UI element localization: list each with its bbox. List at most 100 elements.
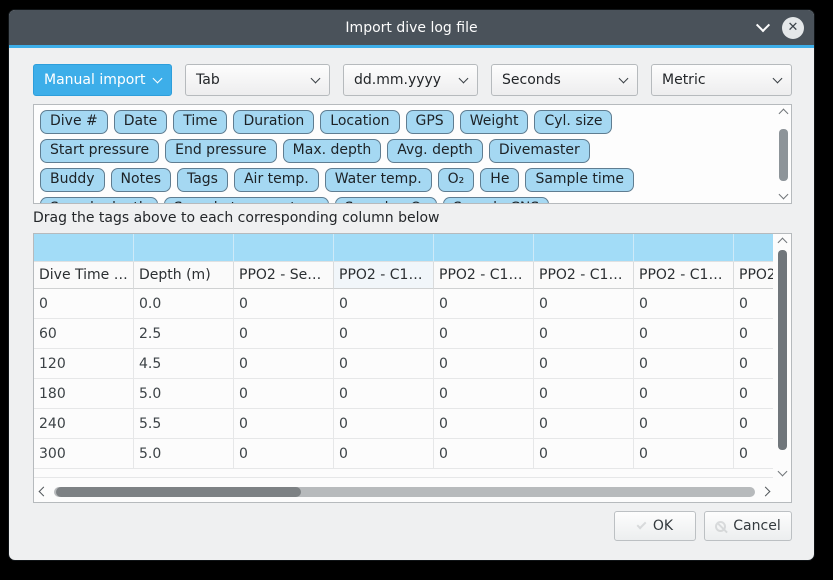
column-header: PPO2 - Se… bbox=[234, 262, 334, 289]
table-cell: 60 bbox=[34, 319, 134, 349]
scroll-up-icon[interactable] bbox=[777, 238, 787, 248]
chevron-down-icon bbox=[773, 73, 783, 83]
table-cell: 0 bbox=[534, 319, 634, 349]
chevron-down-icon bbox=[153, 73, 163, 83]
tag-pill[interactable]: Air temp. bbox=[234, 168, 319, 192]
scrollbar-thumb[interactable] bbox=[778, 250, 787, 450]
tag-pill[interactable]: Weight bbox=[460, 110, 529, 134]
table-row: 602.5000000 bbox=[34, 319, 773, 349]
units-select[interactable]: Metric bbox=[651, 64, 792, 96]
tag-pill[interactable]: Divemaster bbox=[489, 139, 590, 163]
table-cell: 0 bbox=[334, 349, 434, 379]
field-separator-select[interactable]: Tab bbox=[185, 64, 330, 96]
table-cell: 0 bbox=[734, 439, 773, 469]
scroll-down-icon[interactable] bbox=[779, 190, 789, 200]
date-format-select[interactable]: dd.mm.yyyy bbox=[343, 64, 478, 96]
tag-pool-scrollbar[interactable] bbox=[776, 105, 791, 204]
tag-pill[interactable]: Date bbox=[114, 110, 167, 134]
column-drop-target[interactable] bbox=[734, 234, 773, 262]
tag-row: Sample depth Sample temperature Sample pO₂… bbox=[40, 197, 785, 204]
column-drop-target[interactable] bbox=[534, 234, 634, 262]
table-cell: 0 bbox=[434, 379, 534, 409]
table-cell: 0 bbox=[234, 439, 334, 469]
shade-chevron-icon[interactable] bbox=[756, 18, 770, 32]
tag-pill[interactable]: Location bbox=[320, 110, 399, 134]
table-cell: 0 bbox=[334, 379, 434, 409]
scroll-down-icon[interactable] bbox=[777, 467, 787, 477]
tag-pill[interactable]: Sample depth bbox=[40, 197, 158, 204]
column-drop-target[interactable] bbox=[134, 234, 234, 262]
import-preview-table: Dive Time …Depth (m)PPO2 - Se…PPO2 - C1…… bbox=[33, 233, 792, 503]
column-header: PPO2 bbox=[734, 262, 773, 289]
tag-row: BuddyNotesTagsAir temp.Water temp.O₂HeSa… bbox=[40, 168, 785, 192]
tag-pill[interactable]: He bbox=[480, 168, 519, 192]
column-drop-target[interactable] bbox=[634, 234, 734, 262]
tag-pill[interactable]: GPS bbox=[406, 110, 454, 134]
table-cell: 0 bbox=[634, 379, 734, 409]
tag-pill[interactable]: Sample time bbox=[525, 168, 634, 192]
table-cell: 0 bbox=[534, 289, 634, 319]
table-horizontal-scrollbar[interactable] bbox=[34, 481, 775, 502]
table-cell: 0 bbox=[234, 289, 334, 319]
table-cell: 0 bbox=[234, 409, 334, 439]
tag-pill[interactable]: Time bbox=[173, 110, 227, 134]
scrollbar-thumb[interactable] bbox=[779, 129, 788, 181]
table-cell: 0 bbox=[634, 319, 734, 349]
tag-pill[interactable]: Avg. depth bbox=[387, 139, 483, 163]
table-cell: 300 bbox=[34, 439, 134, 469]
table-cell: 0 bbox=[734, 349, 773, 379]
tag-pill[interactable]: Sample CNS bbox=[443, 197, 549, 204]
column-drop-target[interactable] bbox=[234, 234, 334, 262]
table-row-partial bbox=[34, 469, 773, 478]
table-cell: 0 bbox=[34, 289, 134, 319]
chevron-down-icon bbox=[311, 73, 321, 83]
column-header: Depth (m) bbox=[134, 262, 234, 289]
tag-pill[interactable]: Start pressure bbox=[40, 139, 159, 163]
titlebar[interactable]: Import dive log file ✕ bbox=[9, 10, 814, 45]
tag-row: Start pressureEnd pressureMax. depthAvg.… bbox=[40, 139, 785, 163]
table-row: Dive Time …Depth (m)PPO2 - Se…PPO2 - C1…… bbox=[34, 262, 773, 289]
dialog-title: Import dive log file bbox=[345, 20, 477, 36]
import-type-select[interactable]: Manual import bbox=[33, 64, 172, 96]
chevron-down-icon bbox=[459, 73, 469, 83]
table-cell: 0 bbox=[734, 289, 773, 319]
tag-pill[interactable]: Sample temperature bbox=[164, 197, 329, 204]
table-cell: 0 bbox=[534, 349, 634, 379]
column-header: PPO2 - C1… bbox=[434, 262, 534, 289]
tag-pill[interactable]: Buddy bbox=[40, 168, 105, 192]
table-cell: 120 bbox=[34, 349, 134, 379]
scroll-up-icon[interactable] bbox=[779, 109, 789, 119]
table-cell: 0 bbox=[634, 289, 734, 319]
tag-pill[interactable]: Duration bbox=[233, 110, 314, 134]
table-row: 1805.0000000 bbox=[34, 379, 773, 409]
scroll-left-icon[interactable] bbox=[39, 487, 49, 497]
tag-pill[interactable]: Dive # bbox=[40, 110, 108, 134]
table-cell: 0 bbox=[434, 409, 534, 439]
close-button[interactable]: ✕ bbox=[782, 17, 804, 39]
ok-button[interactable]: OK bbox=[614, 511, 696, 541]
cancel-button[interactable]: Cancel bbox=[704, 511, 792, 541]
table-cell: 0 bbox=[234, 319, 334, 349]
time-format-select[interactable]: Seconds bbox=[491, 64, 638, 96]
scrollbar-thumb[interactable] bbox=[56, 487, 301, 497]
tag-pill[interactable]: Cyl. size bbox=[534, 110, 612, 134]
tag-pill[interactable]: Tags bbox=[177, 168, 228, 192]
table-cell: 4.5 bbox=[134, 349, 234, 379]
tag-pill[interactable]: O₂ bbox=[438, 168, 475, 192]
column-drop-target[interactable] bbox=[34, 234, 134, 262]
scrollbar-track[interactable] bbox=[54, 487, 755, 497]
tag-pill[interactable]: Sample pO₂ bbox=[335, 197, 437, 204]
table-cell: 0 bbox=[534, 439, 634, 469]
table-cell: 0 bbox=[734, 319, 773, 349]
tag-pill[interactable]: Notes bbox=[111, 168, 171, 192]
column-drop-target[interactable] bbox=[434, 234, 534, 262]
scroll-right-icon[interactable] bbox=[761, 487, 771, 497]
tag-pill[interactable]: Max. depth bbox=[283, 139, 382, 163]
table-cell: 2.5 bbox=[134, 319, 234, 349]
column-drop-target[interactable] bbox=[334, 234, 434, 262]
cancel-icon bbox=[715, 521, 726, 532]
column-header: PPO2 - C1… bbox=[534, 262, 634, 289]
tag-pill[interactable]: Water temp. bbox=[325, 168, 432, 192]
table-vertical-scrollbar[interactable] bbox=[773, 234, 791, 482]
tag-pill[interactable]: End pressure bbox=[165, 139, 277, 163]
